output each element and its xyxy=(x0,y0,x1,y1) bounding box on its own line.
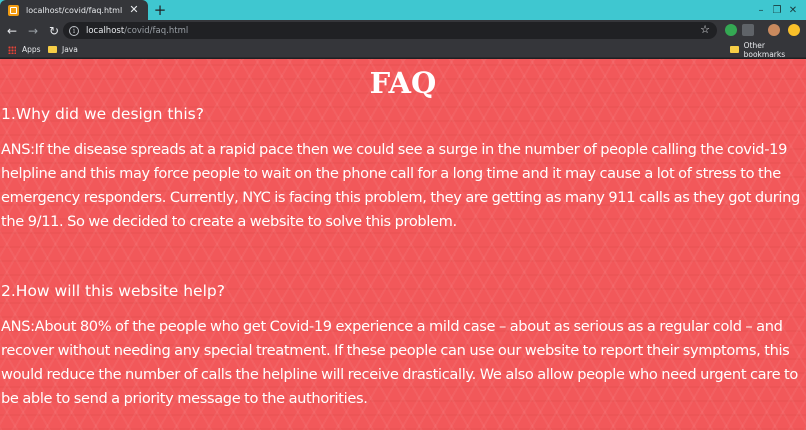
bookmark-java[interactable]: Java xyxy=(48,44,78,55)
tab-strip: localhost/covid/faq.html ✕ + – ❐ ✕ xyxy=(0,0,806,20)
url-host: localhost xyxy=(86,25,125,36)
forward-arrow-icon[interactable]: → xyxy=(24,22,42,40)
faq-question-2: 2.How will this website help? xyxy=(1,282,225,300)
tab-title: localhost/covid/faq.html xyxy=(26,5,123,15)
folder-icon xyxy=(48,46,57,53)
tab-close-icon[interactable]: ✕ xyxy=(128,4,140,16)
browser-tab[interactable]: localhost/covid/faq.html ✕ xyxy=(0,0,148,20)
bookmark-java-label: Java xyxy=(62,45,78,54)
url-path: /covid/faq.html xyxy=(124,25,189,36)
site-favicon-icon xyxy=(8,4,19,16)
faq-question-1: 1.Why did we design this? xyxy=(1,105,204,123)
url-text[interactable]: localhost/covid/faq.html xyxy=(86,26,188,36)
bookmarks-bar: Apps Java Other bookmarks xyxy=(0,41,806,59)
menu-extension-icon[interactable] xyxy=(788,24,800,36)
bookmark-other-label: Other bookmarks xyxy=(743,40,786,59)
apps-grid-icon xyxy=(8,45,16,54)
grammarly-extension-icon[interactable] xyxy=(725,24,737,36)
bookmark-star-icon[interactable]: ☆ xyxy=(700,23,710,36)
browser-toolbar: ← → ↻ i localhost/covid/faq.html ☆ xyxy=(0,20,806,41)
close-window-button[interactable]: ✕ xyxy=(778,0,806,20)
faq-answer-2: ANS:About 80% of the people who get Covi… xyxy=(1,318,798,407)
new-tab-button[interactable]: + xyxy=(152,2,168,18)
page-title: FAQ xyxy=(369,66,437,100)
bookmark-other[interactable]: Other bookmarks xyxy=(730,41,806,59)
bookmark-apps[interactable]: Apps xyxy=(8,44,41,55)
address-bar[interactable]: i localhost/covid/faq.html ☆ xyxy=(63,22,717,39)
faq-page: FAQ 1.Why did we design this? ANS:If the… xyxy=(0,59,806,430)
site-info-icon[interactable]: i xyxy=(69,25,79,36)
extension-icon[interactable] xyxy=(742,24,754,36)
back-arrow-icon[interactable]: ← xyxy=(3,22,21,40)
faq-answer-1: ANS:If the disease spreads at a rapid pa… xyxy=(1,141,800,230)
bookmark-apps-label: Apps xyxy=(22,45,41,54)
reload-icon[interactable]: ↻ xyxy=(45,22,63,40)
profile-avatar[interactable] xyxy=(768,24,780,36)
folder-icon xyxy=(730,46,739,53)
